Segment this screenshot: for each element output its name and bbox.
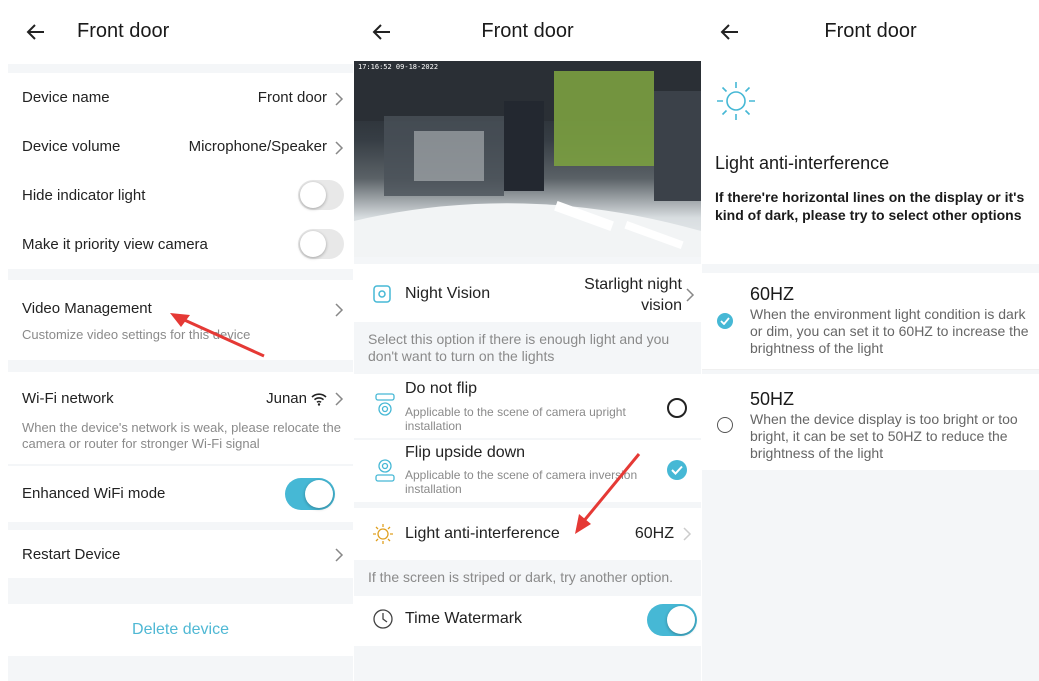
- do-not-flip-option[interactable]: Do not flip Applicable to the scene of c…: [354, 374, 701, 438]
- page-title: Front door: [77, 20, 170, 42]
- night-vision-value: Starlight night vision: [584, 274, 682, 316]
- night-vision-label: Night Vision: [405, 285, 491, 302]
- chevron-right-icon: [335, 548, 344, 562]
- toggle-knob: [300, 231, 326, 257]
- section-description: If there're horizontal lines on the disp…: [715, 189, 1025, 223]
- priority-view-row: Make it priority view camera: [8, 220, 353, 269]
- hide-indicator-toggle[interactable]: [298, 180, 344, 210]
- option-60hz-check[interactable]: [717, 313, 733, 329]
- enhanced-wifi-toggle[interactable]: [285, 478, 335, 510]
- restart-device-label: Restart Device: [22, 546, 121, 563]
- light-anti-interference-value: 60HZ: [634, 525, 674, 542]
- option-60hz[interactable]: 60HZ When the environment light conditio…: [702, 273, 1039, 369]
- option-50hz[interactable]: 50HZ When the device display is too brig…: [702, 374, 1039, 470]
- wifi-network-row[interactable]: Wi-Fi network Junan When the device's ne…: [8, 372, 353, 464]
- do-not-flip-title: Do not flip: [405, 380, 478, 397]
- restart-device-row[interactable]: Restart Device: [8, 530, 353, 578]
- header: Front door: [702, 0, 1039, 64]
- device-volume-value: Microphone/Speaker: [188, 138, 327, 155]
- chevron-right-icon: [335, 392, 344, 406]
- light-anti-interference-label: Light anti-interference: [405, 525, 560, 542]
- option-50hz-title: 50HZ: [750, 389, 795, 409]
- time-watermark-label: Time Watermark: [405, 610, 523, 627]
- enhanced-wifi-row: Enhanced WiFi mode: [8, 466, 353, 522]
- chevron-right-icon: [335, 141, 344, 155]
- night-vision-value-line1: Starlight night: [584, 276, 682, 293]
- light-anti-interference-note: If the screen is striped or dark, try an…: [368, 569, 674, 585]
- checkmark-icon: [671, 465, 683, 475]
- toggle-knob: [667, 606, 695, 634]
- flip-upside-down-title: Flip upside down: [405, 444, 526, 461]
- checkmark-icon: [720, 317, 730, 325]
- device-volume-label: Device volume: [22, 138, 121, 155]
- light-anti-interference-row[interactable]: Light anti-interference 60HZ: [354, 508, 701, 560]
- video-management-label: Video Management: [22, 300, 152, 317]
- enhanced-wifi-label: Enhanced WiFi mode: [22, 485, 166, 502]
- toggle-knob: [300, 182, 326, 208]
- option-50hz-desc: When the device display is too bright or…: [750, 411, 1018, 461]
- time-watermark-row: Time Watermark: [354, 596, 701, 646]
- header: Front door: [354, 0, 701, 64]
- time-watermark-toggle[interactable]: [647, 604, 697, 636]
- page-title: Front door: [481, 20, 574, 42]
- page-title: Front door: [824, 20, 917, 42]
- flip-upside-down-option[interactable]: Flip upside down Applicable to the scene…: [354, 440, 701, 502]
- chevron-right-icon: [335, 303, 344, 317]
- clock-icon: [373, 609, 393, 629]
- chevron-right-icon: [335, 92, 344, 106]
- intro-section: Light anti-interference If there're hori…: [702, 64, 1039, 264]
- device-name-label: Device name: [22, 89, 110, 106]
- night-vision-row[interactable]: Night Vision Starlight night vision: [354, 264, 701, 322]
- night-vision-value-line2: vision: [641, 297, 682, 314]
- camera-inverted-icon: [375, 459, 395, 482]
- light-anti-interference-panel: Front door Light anti-interference If th…: [702, 0, 1039, 681]
- priority-view-toggle[interactable]: [298, 229, 344, 259]
- chevron-right-icon: [683, 527, 692, 541]
- header: Front door: [8, 0, 353, 64]
- section-heading: Light anti-interference: [715, 153, 890, 173]
- video-timestamp: 17:16:52 09-18-2022: [358, 63, 439, 71]
- priority-view-label: Make it priority view camera: [22, 236, 208, 253]
- wifi-network-value: Junan: [266, 390, 307, 407]
- wifi-network-sub: When the device's network is weak, pleas…: [22, 420, 341, 451]
- hide-indicator-label: Hide indicator light: [22, 187, 146, 204]
- delete-device-button[interactable]: Delete device: [8, 621, 353, 639]
- option-50hz-radio[interactable]: [717, 417, 733, 433]
- option-60hz-desc: When the environment light condition is …: [750, 306, 1029, 356]
- flip-upside-down-sub: Applicable to the scene of camera invers…: [405, 468, 638, 496]
- camera-preview[interactable]: 17:16:52 09-18-2022: [354, 61, 701, 257]
- video-management-panel: Front door 17:16:52 09-18-2022 Night Vis…: [354, 0, 701, 681]
- night-vision-note: Select this option if there is enough li…: [368, 331, 670, 364]
- sun-icon: [373, 524, 393, 544]
- divider: [702, 369, 1039, 370]
- camera-upright-icon: [375, 393, 395, 416]
- device-volume-row[interactable]: Device volume Microphone/Speaker: [8, 122, 353, 171]
- device-name-value: Front door: [257, 89, 327, 106]
- video-management-sub: Customize video settings for this device: [22, 327, 251, 342]
- delete-device-row[interactable]: Delete device: [8, 604, 353, 656]
- wifi-network-label: Wi-Fi network: [22, 390, 114, 407]
- option-60hz-title: 60HZ: [750, 284, 795, 304]
- flip-upside-down-check[interactable]: [667, 460, 687, 480]
- wifi-icon: [311, 393, 327, 406]
- video-management-row[interactable]: Video Management Customize video setting…: [8, 280, 353, 360]
- device-name-row[interactable]: Device name Front door: [8, 73, 353, 122]
- toggle-knob: [305, 480, 333, 508]
- do-not-flip-radio[interactable]: [667, 398, 687, 418]
- do-not-flip-sub: Applicable to the scene of camera uprigh…: [405, 405, 626, 433]
- sun-icon: [717, 82, 755, 120]
- hide-indicator-row: Hide indicator light: [8, 171, 353, 220]
- back-arrow-icon[interactable]: [24, 20, 48, 44]
- device-settings-panel: Front door Device name Front door Device…: [8, 0, 353, 681]
- chevron-right-icon: [686, 288, 695, 302]
- camera-scene-graphic: [354, 61, 701, 257]
- night-vision-icon: [373, 285, 391, 303]
